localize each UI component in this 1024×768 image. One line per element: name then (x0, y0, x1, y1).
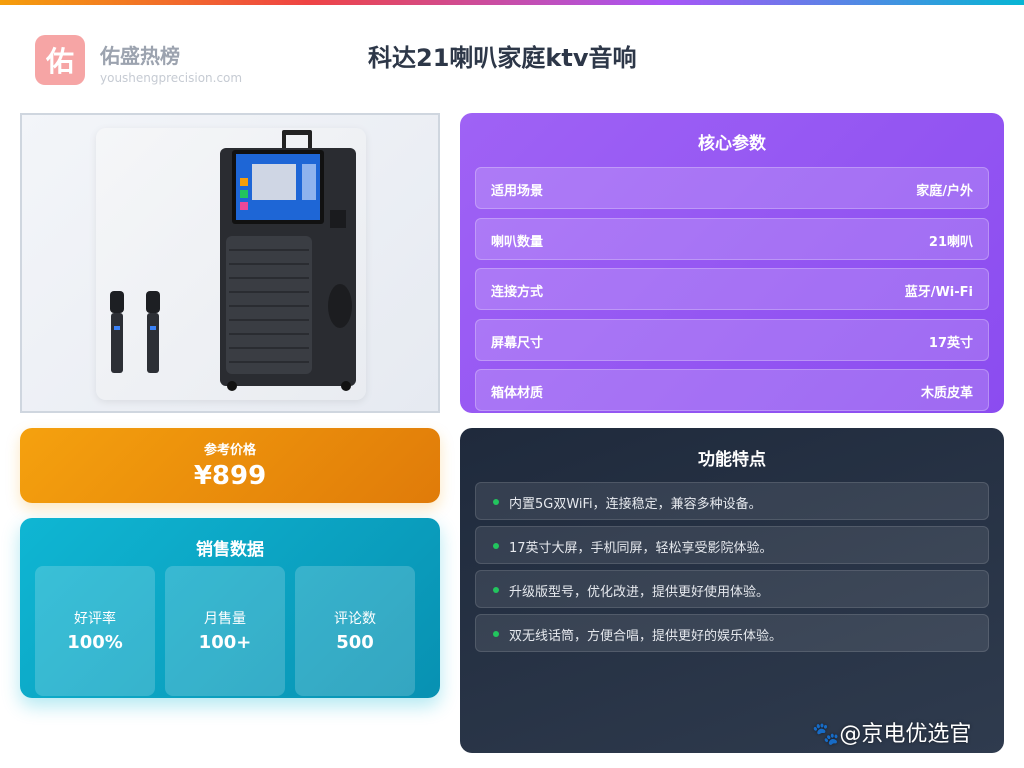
feature-item: 内置5G双WiFi，连接稳定，兼容多种设备。 (475, 482, 989, 520)
page-title: 科达21喇叭家庭ktv音响 (368, 44, 637, 72)
feature-text: 17英寸大屏，手机同屏，轻松享受影院体验。 (509, 541, 773, 556)
param-key: 适用场景 (491, 184, 544, 199)
price-label: 参考价格 (203, 443, 256, 458)
stat-value: 100+ (198, 632, 252, 653)
bullet-dot-icon (493, 499, 499, 505)
bullet-dot-icon (493, 631, 499, 637)
param-key: 屏幕尺寸 (491, 336, 544, 351)
stat-reviews: 评论数 500 (295, 566, 415, 696)
bullet-dot-icon (493, 543, 499, 549)
param-value: 17英寸 (928, 336, 973, 351)
param-key: 箱体材质 (491, 386, 544, 401)
brand-name: 佑盛热榜 (100, 44, 180, 68)
sales-card: 销售数据 好评率 100% 月售量 100+ 评论数 500 (20, 518, 440, 698)
product-image (96, 128, 366, 400)
param-row: 喇叭数量 21喇叭 (475, 218, 989, 260)
microphone-icon (110, 291, 124, 373)
features-card: 功能特点 内置5G双WiFi，连接稳定，兼容多种设备。 17英寸大屏，手机同屏，… (460, 428, 1004, 753)
feature-item: 17英寸大屏，手机同屏，轻松享受影院体验。 (475, 526, 989, 564)
top-accent-bar (0, 0, 1024, 5)
product-image-panel (20, 113, 440, 413)
param-value: 蓝牙/Wi-Fi (904, 285, 973, 300)
param-key: 喇叭数量 (491, 235, 544, 250)
stat-label: 评论数 (334, 611, 376, 627)
feature-text: 内置5G双WiFi，连接稳定，兼容多种设备。 (509, 497, 762, 512)
params-title: 核心参数 (698, 134, 766, 154)
microphone-icon (146, 291, 160, 373)
param-key: 连接方式 (491, 285, 544, 300)
features-title: 功能特点 (698, 450, 766, 470)
sales-title: 销售数据 (196, 540, 264, 560)
feature-item: 升级版型号，优化改进，提供更好使用体验。 (475, 570, 989, 608)
param-value: 木质皮革 (920, 386, 973, 401)
stat-rating: 好评率 100% (35, 566, 155, 696)
price-card: 参考价格 ¥899 (20, 428, 440, 503)
feature-text: 升级版型号，优化改进，提供更好使用体验。 (509, 585, 770, 600)
stat-value: 500 (336, 632, 374, 653)
param-value: 家庭/户外 (916, 184, 973, 199)
core-params-card: 核心参数 适用场景 家庭/户外 喇叭数量 21喇叭 连接方式 蓝牙/Wi-Fi … (460, 113, 1004, 413)
feature-text: 双无线话筒，方便合唱，提供更好的娱乐体验。 (509, 629, 783, 644)
stat-value: 100% (67, 632, 123, 653)
param-row: 适用场景 家庭/户外 (475, 167, 989, 209)
stat-label: 好评率 (74, 611, 116, 627)
brand-domain: youshengprecision.com (100, 71, 243, 85)
watermark: 🐾@京电优选官 (812, 722, 972, 747)
stat-monthly-sales: 月售量 100+ (165, 566, 285, 696)
param-value: 21喇叭 (928, 235, 973, 250)
bullet-dot-icon (493, 587, 499, 593)
stat-label: 月售量 (204, 611, 246, 627)
param-row: 连接方式 蓝牙/Wi-Fi (475, 268, 989, 310)
feature-item: 双无线话筒，方便合唱，提供更好的娱乐体验。 (475, 614, 989, 652)
ktv-speaker-illustration (110, 130, 356, 391)
price-value: ¥899 (193, 461, 267, 491)
brand-logo: 佑 (35, 35, 85, 85)
param-row: 屏幕尺寸 17英寸 (475, 319, 989, 361)
param-row: 箱体材质 木质皮革 (475, 369, 989, 411)
